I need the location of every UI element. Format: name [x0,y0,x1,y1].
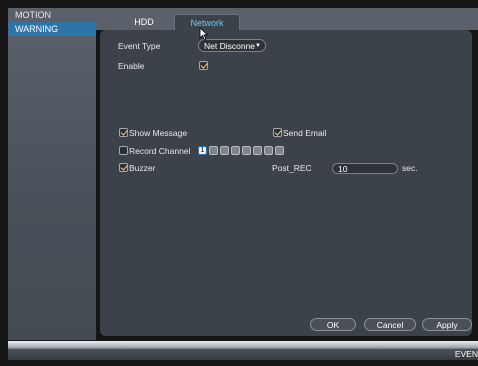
show-message-checkbox[interactable] [119,128,128,137]
record-channel-checkbox[interactable] [119,146,128,155]
post-rec-unit: sec. [402,163,418,173]
send-email-label: Send Email [283,128,327,138]
channel-box[interactable] [209,146,218,155]
channel-box[interactable] [220,146,229,155]
channel-box[interactable] [264,146,273,155]
cancel-button[interactable]: Cancel [364,318,416,331]
nav-item-motion[interactable]: MOTION [8,8,96,22]
channel-box[interactable] [231,146,240,155]
apply-button[interactable]: Apply [422,318,472,331]
channel-box[interactable] [275,146,284,155]
enable-checkbox[interactable] [199,61,208,70]
event-label: EVEN [454,349,478,359]
enable-label: Enable [118,61,145,71]
left-nav-panel: MOTION WARNING [8,8,96,340]
event-type-label: Event Type [118,41,161,51]
event-type-value: Net Disconne [204,41,256,51]
record-channel-label: Record Channel [129,146,191,156]
nav-item-warning[interactable]: WARNING [8,22,96,36]
channel-1-box[interactable]: 1 [198,146,207,155]
main-panel [100,30,472,336]
post-rec-input[interactable]: 10 [332,163,398,174]
buzzer-label: Buzzer [129,163,156,173]
post-rec-label: Post_REC [272,163,312,173]
channel-box[interactable] [242,146,251,155]
channel-box[interactable] [253,146,262,155]
send-email-checkbox[interactable] [273,128,282,137]
tab-hdd[interactable]: HDD [118,14,170,30]
ok-button[interactable]: OK [310,318,356,331]
arrow-cursor-icon [199,27,209,41]
buzzer-checkbox[interactable] [119,163,128,172]
bottom-bar: EVEN [8,341,478,360]
caret-down-icon: ▼ [255,43,261,49]
show-message-label: Show Message [129,128,188,138]
